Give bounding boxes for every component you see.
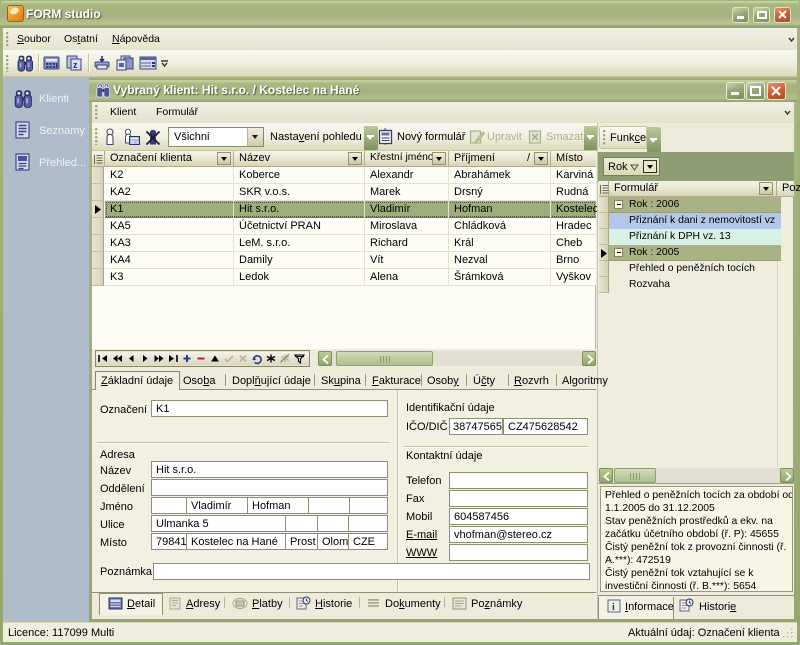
svg-text:z: z: [73, 60, 78, 70]
svg-text:i: i: [612, 602, 615, 613]
